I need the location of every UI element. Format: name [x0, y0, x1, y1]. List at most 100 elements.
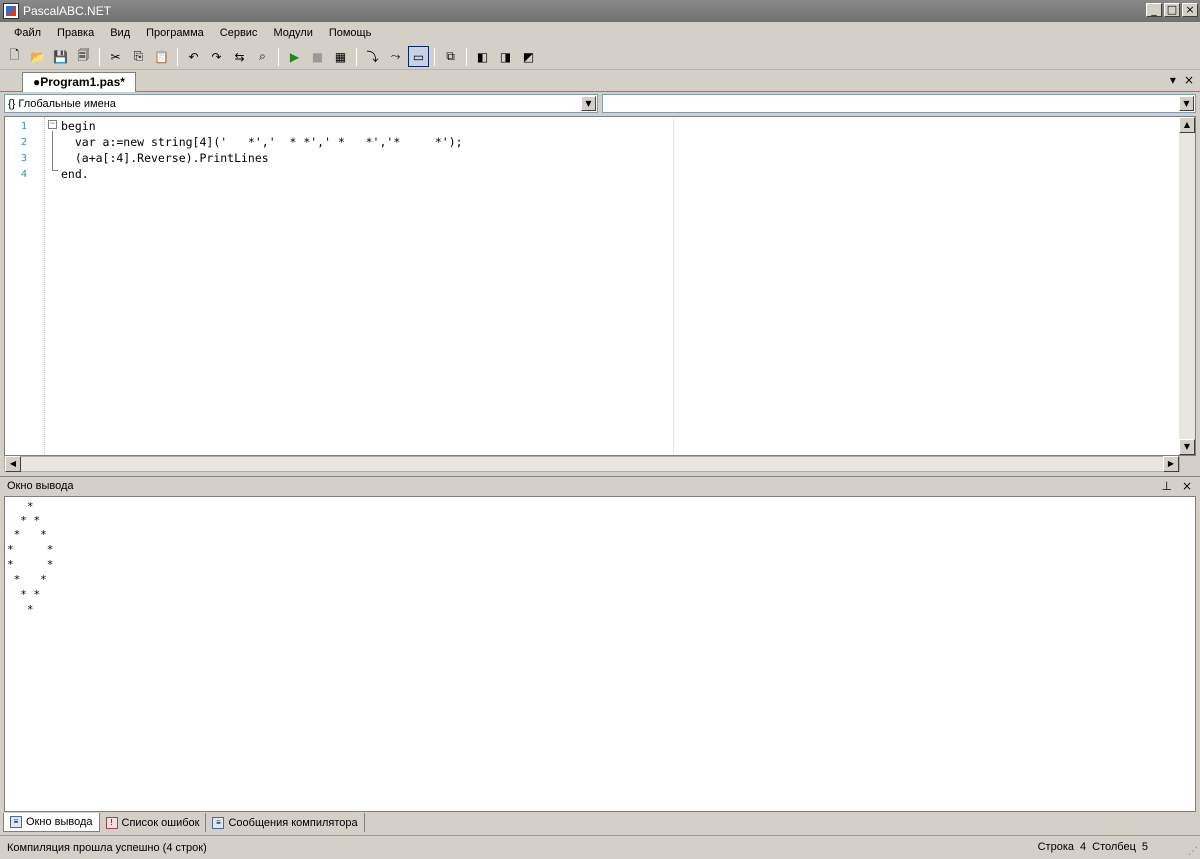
tab-error-list-label: Список ошибок: [121, 816, 200, 829]
toolbar-separator: [356, 47, 357, 66]
output-line: * *: [7, 588, 41, 601]
close-button[interactable]: ×: [1182, 3, 1198, 17]
undo-icon[interactable]: ↶: [183, 46, 204, 67]
toolbar-separator: [434, 47, 435, 66]
fold-line: [52, 131, 53, 171]
toolbar: 🗋 📂 💾 🗐 ✂ ⎘ 📋 ↶ ↷ ⇆ ⌕ ▶ ■ ▦ ⤵ ⤳ ▭ ⧉ ◧ ◨ ◩: [0, 44, 1200, 70]
editor-split-line: [673, 117, 674, 455]
tab-compiler-messages[interactable]: ≡ Сообщения компилятора: [206, 813, 365, 832]
bottom-tab-strip: ≡ Окно вывода ! Список ошибок ≡ Сообщени…: [0, 813, 1200, 833]
fold-end-marker: [52, 170, 58, 171]
step-into-icon[interactable]: ⤵: [362, 46, 383, 67]
toolbar-separator: [278, 47, 279, 66]
line-number: 2: [21, 137, 28, 148]
module-icon-3[interactable]: ◩: [518, 46, 539, 67]
tab-list-icon[interactable]: ▾: [1170, 73, 1176, 87]
module-icon-2[interactable]: ◨: [495, 46, 516, 67]
menu-edit[interactable]: Правка: [49, 25, 102, 41]
chevron-down-icon[interactable]: ▼: [1179, 96, 1194, 111]
cut-icon[interactable]: ✂: [105, 46, 126, 67]
output-line: * *: [7, 558, 54, 571]
title-bar: PascalABC.NET _ □ ×: [0, 0, 1200, 22]
app-icon: [3, 3, 19, 19]
row-label: Строка: [1037, 841, 1074, 853]
menu-program[interactable]: Программа: [138, 25, 212, 41]
window-title: PascalABC.NET: [23, 4, 112, 18]
output-line: * *: [7, 573, 47, 586]
error-list-icon: !: [105, 816, 118, 829]
output-line: * *: [7, 514, 41, 527]
tab-output-window-label: Окно вывода: [26, 816, 93, 828]
output-line: *: [7, 500, 34, 513]
compiler-messages-icon: ≡: [212, 816, 225, 829]
pin-icon[interactable]: ⊥: [1161, 479, 1171, 493]
status-bar: Компиляция прошла успешно (4 строк) Стро…: [0, 835, 1200, 859]
redo-icon[interactable]: ↷: [206, 46, 227, 67]
output-window[interactable]: * * * * * * * * * * * * * *: [4, 496, 1196, 812]
close-panel-icon[interactable]: ×: [1182, 479, 1192, 493]
new-file-icon[interactable]: 🗋: [4, 46, 25, 67]
col-label: Столбец: [1092, 841, 1136, 853]
document-tab-strip: ●Program1.pas* ▾ ×: [0, 70, 1200, 92]
save-all-icon[interactable]: 🗐: [73, 46, 94, 67]
toolbar-separator: [177, 47, 178, 66]
code-line-2: var a:=new string[4](' *',' * *',' * *',…: [61, 135, 463, 149]
paste-icon[interactable]: 📋: [151, 46, 172, 67]
output-window-icon: ≡: [10, 816, 22, 828]
stop-icon[interactable]: ■: [307, 46, 328, 67]
find-icon[interactable]: ⌕: [252, 46, 273, 67]
run-icon[interactable]: ▶: [284, 46, 305, 67]
module-icon-1[interactable]: ◧: [472, 46, 493, 67]
scope-combo-value: {} Глобальные имена: [8, 97, 116, 110]
toolbar-separator: [99, 47, 100, 66]
scroll-left-icon[interactable]: ◀: [5, 456, 21, 472]
code-line-3: (a+a[:4].Reverse).PrintLines: [61, 151, 269, 165]
format-icon[interactable]: ⇆: [229, 46, 250, 67]
fold-collapse-icon[interactable]: −: [48, 120, 57, 129]
code-line-1: begin: [61, 119, 96, 133]
scroll-up-icon[interactable]: ▲: [1179, 117, 1195, 133]
editor-horizontal-scrollbar[interactable]: ◀ ▶: [4, 456, 1180, 472]
row-value: 4: [1080, 841, 1087, 853]
close-tab-icon[interactable]: ×: [1184, 73, 1194, 87]
output-panel-header: Окно вывода ⊥ ×: [0, 476, 1200, 495]
col-value: 5: [1141, 841, 1148, 853]
scope-combo[interactable]: {} Глобальные имена ▼: [4, 94, 598, 113]
maximize-button[interactable]: □: [1164, 3, 1180, 17]
output-line: * *: [7, 543, 54, 556]
chevron-down-icon[interactable]: ▼: [581, 96, 596, 111]
console-icon[interactable]: ▭: [408, 46, 429, 67]
code-line-4: end.: [61, 167, 89, 181]
save-icon[interactable]: 💾: [50, 46, 71, 67]
open-file-icon[interactable]: 📂: [27, 46, 48, 67]
debug-icon[interactable]: ⧉: [440, 46, 461, 67]
menu-file[interactable]: Файл: [6, 25, 49, 41]
menu-bar: Файл Правка Вид Программа Сервис Модули …: [0, 22, 1200, 44]
menu-help[interactable]: Помощь: [321, 25, 380, 41]
toolbar-separator: [466, 47, 467, 66]
menu-service[interactable]: Сервис: [212, 25, 266, 41]
menu-modules[interactable]: Модули: [265, 25, 320, 41]
line-gutter: 1 2 3 4: [5, 117, 45, 455]
editor-vertical-scrollbar[interactable]: ▲ ▼: [1179, 117, 1195, 455]
resize-grip-icon[interactable]: ⋰: [1188, 846, 1198, 857]
output-line: *: [7, 603, 34, 616]
navigation-bar: {} Глобальные имена ▼ ▼: [0, 94, 1200, 114]
step-over-icon[interactable]: ⤳: [385, 46, 406, 67]
line-number: 3: [21, 153, 28, 164]
line-number: 4: [21, 169, 28, 180]
build-icon[interactable]: ▦: [330, 46, 351, 67]
member-combo[interactable]: ▼: [602, 94, 1196, 113]
minimize-button[interactable]: _: [1146, 3, 1162, 17]
tab-output-window[interactable]: ≡ Окно вывода: [3, 813, 100, 832]
code-editor[interactable]: 1 2 3 4 − begin var a:=new string[4](' *…: [4, 116, 1196, 456]
tab-program1[interactable]: ●Program1.pas*: [22, 72, 136, 92]
status-message: Компиляция прошла успешно (4 строк): [7, 841, 207, 854]
scroll-right-icon[interactable]: ▶: [1163, 456, 1179, 472]
output-line: * *: [7, 528, 47, 541]
menu-view[interactable]: Вид: [102, 25, 138, 41]
copy-icon[interactable]: ⎘: [128, 46, 149, 67]
tab-compiler-messages-label: Сообщения компилятора: [228, 816, 358, 829]
tab-error-list[interactable]: ! Список ошибок: [100, 813, 207, 832]
scroll-down-icon[interactable]: ▼: [1179, 439, 1195, 455]
